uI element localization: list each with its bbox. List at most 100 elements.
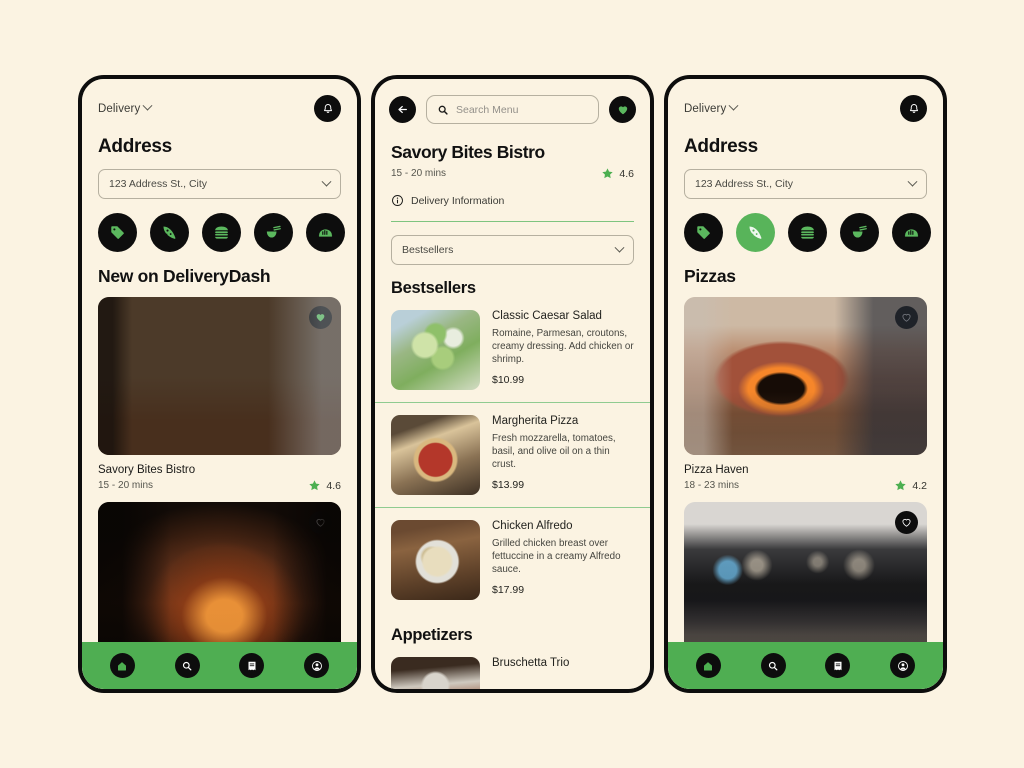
restaurant-image [684,502,927,660]
address-heading: Address [684,136,758,157]
user-icon [311,660,322,671]
chevron-down-icon [907,176,918,187]
home-icon [704,661,713,670]
restaurant-image [98,297,341,455]
nav-search-button[interactable] [174,653,200,678]
delivery-information-label: Delivery Information [411,194,505,207]
menu-item-price: $10.99 [492,373,525,386]
arrow-left-icon [398,105,407,114]
category-carousel[interactable] [668,199,943,252]
heart-outline-icon [902,313,911,322]
bell-icon [909,103,918,113]
favorite-restaurant-button[interactable] [609,96,636,123]
menu-item-description: Romaine, Parmesan, croutons, creamy dres… [492,328,634,366]
menu-item-price: $17.99 [492,583,525,596]
restaurant-name: Savory Bites Bistro [98,464,196,476]
star-icon [309,480,321,491]
address-select[interactable]: 123 Address St., City [684,169,927,199]
category-pizza[interactable] [736,213,775,252]
favorite-button[interactable] [895,306,918,329]
category-noodles[interactable] [840,213,879,252]
delivery-information-link[interactable]: Delivery Information [375,180,650,207]
nav-profile-button[interactable] [890,653,916,678]
notification-button[interactable] [900,95,927,122]
menu-section-heading: Bestsellers [391,279,476,297]
address-select[interactable]: 123 Address St., City [98,169,341,199]
delivery-mode-toggle[interactable]: Delivery [98,100,153,115]
menu-item[interactable]: Classic Caesar Salad Romaine, Parmesan, … [375,298,650,403]
menu-item-image [391,415,480,495]
star-icon [602,168,614,179]
left-topbar: Delivery [82,79,357,122]
category-noodles[interactable] [254,213,293,252]
menu-section-heading: Appetizers [391,626,473,644]
restaurant-card[interactable] [82,287,357,455]
heart-filled-icon [618,105,627,114]
delivery-mode-toggle[interactable]: Delivery [684,100,739,115]
category-sushi[interactable] [892,213,931,252]
restaurant-card[interactable] [668,287,943,455]
chevron-down-icon [142,100,153,111]
home-icon [118,661,127,670]
restaurant-header: Savory Bites Bistro 15 - 20 mins 4.6 [375,124,650,180]
nav-orders-button[interactable] [825,653,851,678]
phone-menu-screen: Search Menu Savory Bites Bistro 15 - 20 … [371,75,654,693]
phone-pizzas-screen: Delivery Address 123 Address St., City P… [664,75,947,693]
nav-home-button[interactable] [109,653,135,678]
menu-item[interactable]: Bruschetta Trio [375,645,650,689]
chevron-down-icon [728,100,739,111]
rating: 4.2 [894,479,927,492]
back-button[interactable] [389,96,416,123]
category-pizza[interactable] [150,213,189,252]
category-offers[interactable] [98,213,137,252]
nav-search-button[interactable] [760,653,786,678]
delivery-time: 18 - 23 mins [684,480,740,491]
restaurant-card[interactable] [82,492,357,660]
restaurant-subrow: 15 - 20 mins 4.6 [391,167,634,180]
search-input[interactable]: Search Menu [426,95,599,124]
menu-item-body: Classic Caesar Salad Romaine, Parmesan, … [492,310,634,390]
restaurant-name: Savory Bites Bistro [391,142,545,162]
burger-icon [215,226,228,239]
menu-category-select[interactable]: Bestsellers [391,235,634,265]
favorite-button[interactable] [309,306,332,329]
favorite-button[interactable] [309,511,332,534]
canvas: Delivery Address 123 Address St., City N… [0,0,1024,768]
phone-home-screen: Delivery Address 123 Address St., City N… [78,75,361,693]
menu-item-name: Margherita Pizza [492,415,579,427]
menu-item-name: Chicken Alfredo [492,520,573,532]
menu-item-body: Margherita Pizza Fresh mozzarella, tomat… [492,415,634,495]
heart-outline-icon [902,518,911,527]
nav-orders-button[interactable] [239,653,265,678]
category-sushi[interactable] [306,213,345,252]
rating-value: 4.6 [326,479,341,492]
notification-button[interactable] [314,95,341,122]
search-icon [438,105,448,115]
category-burgers[interactable] [788,213,827,252]
noodle-bowl-icon [266,225,281,238]
address-heading: Address [98,136,172,157]
receipt-icon [834,661,842,670]
category-burgers[interactable] [202,213,241,252]
menu-item[interactable]: Margherita Pizza Fresh mozzarella, tomat… [375,403,650,508]
rating: 4.6 [308,479,341,492]
address-value: 123 Address St., City [109,178,208,190]
menu-category-value: Bestsellers [402,244,454,256]
menu-item-description: Fresh mozzarella, tomatoes, basil, and o… [492,433,616,471]
search-icon [769,661,778,670]
category-offers[interactable] [684,213,723,252]
restaurant-image [684,297,927,455]
nav-profile-button[interactable] [304,653,330,678]
menu-item-name: Classic Caesar Salad [492,310,602,322]
bottom-navigation[interactable] [668,642,943,689]
menu-item-body: Chicken Alfredo Grilled chicken breast o… [492,520,634,600]
menu-item[interactable]: Chicken Alfredo Grilled chicken breast o… [375,508,650,612]
sushi-icon [318,229,333,237]
delivery-time: 15 - 20 mins [391,168,447,179]
sushi-icon [904,229,919,237]
bottom-navigation[interactable] [82,642,357,689]
restaurant-card[interactable] [668,492,943,660]
nav-home-button[interactable] [695,653,721,678]
favorite-button[interactable] [895,511,918,534]
category-carousel[interactable] [82,199,357,252]
